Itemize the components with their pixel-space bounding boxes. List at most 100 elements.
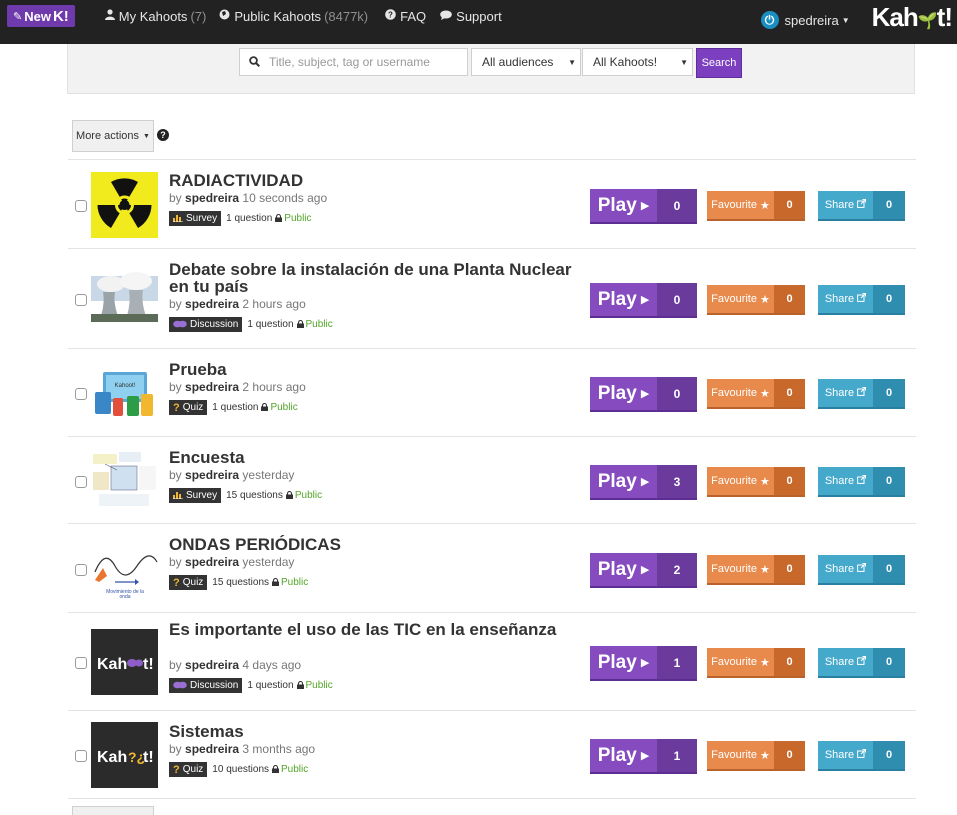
row-checkbox[interactable] bbox=[75, 750, 87, 762]
search-input[interactable] bbox=[269, 55, 459, 69]
share-button[interactable]: Share 0 bbox=[818, 741, 905, 769]
share-button[interactable]: Share 0 bbox=[818, 648, 905, 676]
play-button[interactable]: Play ▶ 1 bbox=[590, 739, 697, 772]
caret-down-icon: ▼ bbox=[143, 132, 150, 140]
kahoot-meta: ? Quiz 10 questions Public bbox=[169, 762, 599, 777]
row-checkbox[interactable] bbox=[75, 388, 87, 400]
kahoot-title[interactable]: Sistemas bbox=[169, 723, 599, 740]
search-button[interactable]: Search bbox=[696, 48, 742, 78]
lock-icon bbox=[285, 490, 293, 501]
pagination-button[interactable] bbox=[72, 806, 154, 815]
kahoot-title[interactable]: RADIACTIVIDAD bbox=[169, 172, 599, 189]
kahoot-thumbnail[interactable]: Kah t! bbox=[91, 629, 158, 695]
nav-support[interactable]: Support bbox=[440, 9, 502, 24]
row-checkbox[interactable] bbox=[75, 564, 87, 576]
kahoot-time: yesterday bbox=[242, 468, 295, 482]
row-checkbox[interactable] bbox=[75, 657, 87, 669]
play-count: 1 bbox=[657, 739, 697, 772]
star-icon: ★ bbox=[759, 387, 770, 400]
favourite-count: 0 bbox=[774, 467, 805, 495]
play-button[interactable]: Play ▶ 0 bbox=[590, 377, 697, 410]
audience-select[interactable]: All audiences ▼ bbox=[471, 48, 581, 76]
share-button[interactable]: Share 0 bbox=[818, 285, 905, 313]
share-icon bbox=[857, 293, 867, 305]
share-button[interactable]: Share 0 bbox=[818, 191, 905, 219]
share-icon bbox=[857, 475, 867, 487]
share-count: 0 bbox=[873, 191, 905, 219]
kahoot-author[interactable]: spedreira bbox=[185, 380, 239, 394]
play-button[interactable]: Play ▶ 0 bbox=[590, 189, 697, 222]
question-count: 1 question bbox=[247, 319, 294, 330]
row-checkbox[interactable] bbox=[75, 476, 87, 488]
kahoot-info: ONDAS PERIÓDICAS by spedreira yesterday ? Q… bbox=[169, 536, 599, 590]
kahoot-title[interactable]: Debate sobre la instalación de una Plant… bbox=[169, 261, 589, 295]
kahoot-thumbnail[interactable]: Kahoot! bbox=[91, 360, 158, 426]
speech-bubble-icon bbox=[440, 9, 452, 23]
select-caret-icon: ▼ bbox=[680, 58, 688, 67]
question-count: 15 questions bbox=[226, 490, 283, 501]
nav-public-kahoots[interactable]: Public Kahoots (8477k) bbox=[219, 9, 368, 24]
play-count: 1 bbox=[657, 646, 697, 679]
lock-icon bbox=[275, 213, 283, 224]
kahoot-time: 2 hours ago bbox=[242, 380, 306, 394]
kahoot-meta: Discussion 1 question Public bbox=[169, 678, 599, 693]
kahoot-thumbnail[interactable] bbox=[91, 448, 158, 514]
help-icon[interactable]: ? bbox=[157, 129, 169, 141]
visibility-label: Public bbox=[281, 577, 309, 588]
favourite-button[interactable]: Favourite ★ 0 bbox=[707, 467, 805, 495]
kahoot-thumbnail[interactable] bbox=[91, 172, 158, 238]
kahoot-author[interactable]: spedreira bbox=[185, 742, 239, 756]
play-button[interactable]: Play ▶ 0 bbox=[590, 283, 697, 316]
kahoot-author[interactable]: spedreira bbox=[185, 658, 239, 672]
new-kahoot-button[interactable]: ✎ New K! bbox=[7, 5, 75, 27]
lock-icon bbox=[272, 577, 280, 588]
nav-my-kahoots[interactable]: My Kahoots (7) bbox=[104, 9, 206, 24]
kahoot-thumbnail[interactable]: Kah ?¿ t! bbox=[91, 722, 158, 788]
nav-faq[interactable]: ? FAQ bbox=[385, 9, 426, 24]
svg-text:?: ? bbox=[388, 11, 393, 20]
kahoot-author[interactable]: spedreira bbox=[185, 297, 239, 311]
favourite-button[interactable]: Favourite ★ 0 bbox=[707, 555, 805, 583]
kahoot-title[interactable]: ONDAS PERIÓDICAS bbox=[169, 536, 599, 553]
bar-chart-icon bbox=[173, 214, 183, 224]
kahoot-title[interactable]: Encuesta bbox=[169, 449, 599, 466]
play-button[interactable]: Play ▶ 1 bbox=[590, 646, 697, 679]
kahoot-byline: by spedreira 2 hours ago bbox=[169, 380, 306, 394]
kahoot-title[interactable]: Es importante el uso de las TIC en la en… bbox=[169, 621, 599, 638]
row-checkbox[interactable] bbox=[75, 200, 87, 212]
play-button[interactable]: Play ▶ 3 bbox=[590, 465, 697, 498]
kahoot-type-badge: Survey bbox=[169, 488, 222, 503]
kahoot-title[interactable]: Prueba bbox=[169, 361, 599, 378]
kahoot-thumbnail[interactable] bbox=[91, 266, 158, 332]
favourite-button[interactable]: Favourite ★ 0 bbox=[707, 191, 805, 219]
row-checkbox[interactable] bbox=[75, 294, 87, 306]
user-menu[interactable]: ⏻ spedreira ▼ bbox=[760, 11, 850, 29]
favourite-button[interactable]: Favourite ★ 0 bbox=[707, 648, 805, 676]
more-actions-button[interactable]: More actions ▼ bbox=[72, 120, 154, 152]
kahoot-logo[interactable]: Kah🌱t! bbox=[872, 2, 953, 33]
kahoot-type-badge: ? Quiz bbox=[169, 575, 208, 590]
kahoot-thumbnail[interactable]: Movimiento de la onda bbox=[91, 536, 158, 602]
share-button[interactable]: Share 0 bbox=[818, 379, 905, 407]
kahoot-info: Prueba by spedreira 2 hours ago ? Quiz 1 que… bbox=[169, 361, 599, 415]
favourite-button[interactable]: Favourite ★ 0 bbox=[707, 285, 805, 313]
kahoot-type-select[interactable]: All Kahoots! ▼ bbox=[582, 48, 693, 76]
visibility-label: Public bbox=[305, 319, 333, 330]
share-button[interactable]: Share 0 bbox=[818, 467, 905, 495]
speech-bubbles-icon bbox=[173, 320, 187, 330]
play-count: 2 bbox=[657, 553, 697, 586]
kahoot-author[interactable]: spedreira bbox=[185, 468, 239, 482]
play-button[interactable]: Play ▶ 2 bbox=[590, 553, 697, 586]
kahoot-author[interactable]: spedreira bbox=[185, 555, 239, 569]
favourite-button[interactable]: Favourite ★ 0 bbox=[707, 379, 805, 407]
play-arrow-icon: ▶ bbox=[640, 476, 650, 488]
favourite-button[interactable]: Favourite ★ 0 bbox=[707, 741, 805, 769]
favourite-count: 0 bbox=[774, 741, 805, 769]
bar-chart-icon bbox=[173, 491, 183, 501]
kahoot-author[interactable]: spedreira bbox=[185, 191, 239, 205]
play-count: 0 bbox=[657, 283, 697, 316]
kahoot-row: Kahoot! Prueba by spedreira 2 hours ago ? Qu… bbox=[68, 348, 916, 436]
kahoot-info: Es importante el uso de las TIC en la en… bbox=[169, 621, 599, 693]
lock-icon bbox=[296, 680, 304, 691]
share-button[interactable]: Share 0 bbox=[818, 555, 905, 583]
